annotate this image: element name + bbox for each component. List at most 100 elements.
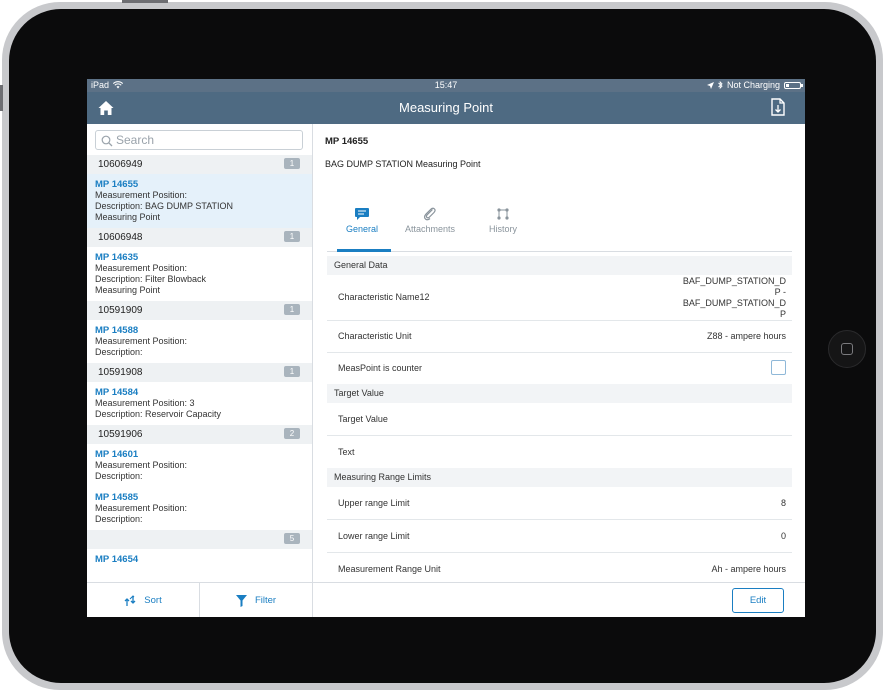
filter-label: Filter (254, 595, 277, 606)
device-home-button[interactable] (828, 330, 866, 368)
list-item-description: Description: (95, 514, 143, 524)
group-count-badge: 2 (284, 428, 300, 439)
page-title: Measuring Point (399, 100, 493, 115)
measuring-point-list: 10606949 1 MP 14655 Measurement Position: De… (87, 155, 312, 577)
list-item[interactable]: MP 14601 Measurement Position: Description… (87, 444, 312, 487)
detail-panel: MP 14655 BAG DUMP STATION Measuring Poin… (313, 124, 805, 617)
row-upper-range-limit: Upper range Limit 8 (327, 487, 792, 520)
group-count-badge: 1 (284, 231, 300, 242)
list-group-header: 10591909 1 (87, 301, 312, 320)
tab-attachments-label: Attachments (404, 224, 456, 234)
characteristic-unit-label: Characteristic Unit (338, 331, 412, 341)
row-target-value: Target Value (327, 403, 792, 436)
row-lower-range-limit: Lower range Limit 0 (327, 520, 792, 553)
list-item-title: MP 14601 (95, 449, 139, 460)
search-icon (101, 135, 113, 147)
detail-subtitle: BAG DUMP STATION Measuring Point (325, 159, 481, 169)
measurement-range-unit-label: Measurement Range Unit (338, 564, 441, 574)
section-header-target-value: Target Value (327, 384, 792, 403)
characteristic-name-value: BAF_DUMP_STATION_D P - BAF_DUMP_STATION_… (683, 276, 786, 320)
characteristic-name-value-line: P - (774, 287, 786, 297)
list-item-position: Measurement Position: (95, 263, 188, 273)
list-group-header: 10591906 2 (87, 425, 312, 444)
list-item-description-cont: Measuring Point (95, 285, 161, 295)
characteristic-unit-value: Z88 - ampere hours (706, 331, 786, 341)
search-input[interactable]: Search (95, 130, 303, 150)
row-text: Text (327, 436, 792, 468)
navigation-bar: Measuring Point (87, 92, 805, 124)
tab-attachments[interactable]: Attachments (395, 204, 465, 251)
device-side-button (0, 85, 3, 111)
status-bar: iPad 15:47 Not Charging (87, 79, 805, 92)
list-item[interactable]: MP 14655 Measurement Position: Description… (87, 174, 312, 228)
list-group-header: 5 (87, 530, 312, 549)
list-group-header: 10606948 1 (87, 228, 312, 247)
row-measurement-range-unit: Measurement Range Unit Ah - ampere hours (327, 553, 792, 574)
list-item-description-cont: Measuring Point (95, 212, 161, 222)
list-item-description: Description: (95, 471, 143, 481)
list-item[interactable]: MP 14654 (87, 549, 312, 570)
list-item-position: Measurement Position: 3 (95, 398, 195, 408)
characteristic-name-value-line: BAF_DUMP_STATION_D (682, 276, 786, 286)
edit-button[interactable]: Edit (732, 588, 784, 613)
measpoint-counter-checkbox[interactable] (771, 360, 786, 375)
tab-general-label: General (345, 224, 379, 234)
list-item[interactable]: MP 14585 Measurement Position: Description… (87, 487, 312, 530)
list-group-header: 10591908 1 (87, 363, 312, 382)
location-icon (706, 81, 714, 89)
target-value-label: Target Value (338, 414, 388, 424)
tab-history[interactable]: History (468, 204, 538, 251)
list-item-title: MP 14635 (95, 252, 139, 263)
characteristic-name-value-line: BAF_DUMP_STATION_D (682, 298, 786, 308)
comment-icon (355, 208, 369, 220)
list-footer-toolbar: Sort Filter (87, 582, 312, 617)
sort-label: Sort (144, 595, 162, 606)
list-item[interactable]: MP 14584 Measurement Position: 3 Descripti… (87, 382, 312, 425)
group-count-badge: 1 (284, 304, 300, 315)
sort-button[interactable]: Sort (87, 583, 199, 617)
list-item-position: Measurement Position: (95, 190, 188, 200)
paperclip-icon (423, 207, 436, 221)
list-item[interactable]: MP 14635 Measurement Position: Description… (87, 247, 312, 301)
group-id: 10591909 (98, 305, 143, 316)
upper-range-limit-value: 8 (780, 498, 786, 508)
tab-general[interactable]: General (327, 204, 397, 252)
sort-icon (124, 594, 136, 606)
master-list-panel: Search 10606949 1 MP 14655 Measurement Posi… (87, 124, 313, 617)
battery-status: Not Charging (726, 80, 780, 90)
upper-range-limit-label: Upper range Limit (338, 498, 410, 508)
row-measpoint-counter: MeasPoint is counter (327, 353, 792, 384)
lower-range-limit-value: 0 (780, 531, 786, 541)
tab-history-label: History (488, 224, 517, 234)
text-label: Text (338, 447, 355, 457)
document-icon[interactable] (771, 98, 785, 116)
group-id: 10606949 (98, 159, 143, 170)
list-item-description: Description: (95, 347, 143, 357)
device-top-button (122, 0, 168, 3)
history-icon (497, 208, 509, 220)
list-group-header: 10606949 1 (87, 155, 312, 174)
row-characteristic-unit: Characteristic Unit Z88 - ampere hours (327, 321, 792, 353)
list-item-position: Measurement Position: (95, 460, 188, 470)
group-id: 10591906 (98, 429, 143, 440)
group-id: 10606948 (98, 232, 143, 243)
group-count-badge: 1 (284, 366, 300, 377)
group-count-badge: 5 (284, 533, 300, 544)
bluetooth-icon (718, 81, 723, 89)
filter-button[interactable]: Filter (199, 583, 312, 617)
characteristic-name-label: Characteristic Name12 (338, 292, 430, 302)
characteristic-name-value-line: P (779, 309, 786, 319)
section-header-measuring-range: Measuring Range Limits (327, 468, 792, 487)
lower-range-limit-label: Lower range Limit (338, 531, 410, 541)
list-item-title: MP 14588 (95, 325, 139, 336)
app-screen: iPad 15:47 Not Charging Measuring Point … (87, 79, 805, 617)
list-item-title: MP 14585 (95, 492, 139, 503)
group-count-badge: 1 (284, 158, 300, 169)
list-item[interactable]: MP 14588 Measurement Position: Description… (87, 320, 312, 363)
list-item-description: Description: BAG DUMP STATION (95, 201, 234, 211)
list-item-description: Description: Filter Blowback (95, 274, 207, 284)
list-item-position: Measurement Position: (95, 336, 188, 346)
search-placeholder: Search (116, 133, 155, 147)
list-item-title: MP 14584 (95, 387, 139, 398)
filter-icon (235, 594, 247, 607)
